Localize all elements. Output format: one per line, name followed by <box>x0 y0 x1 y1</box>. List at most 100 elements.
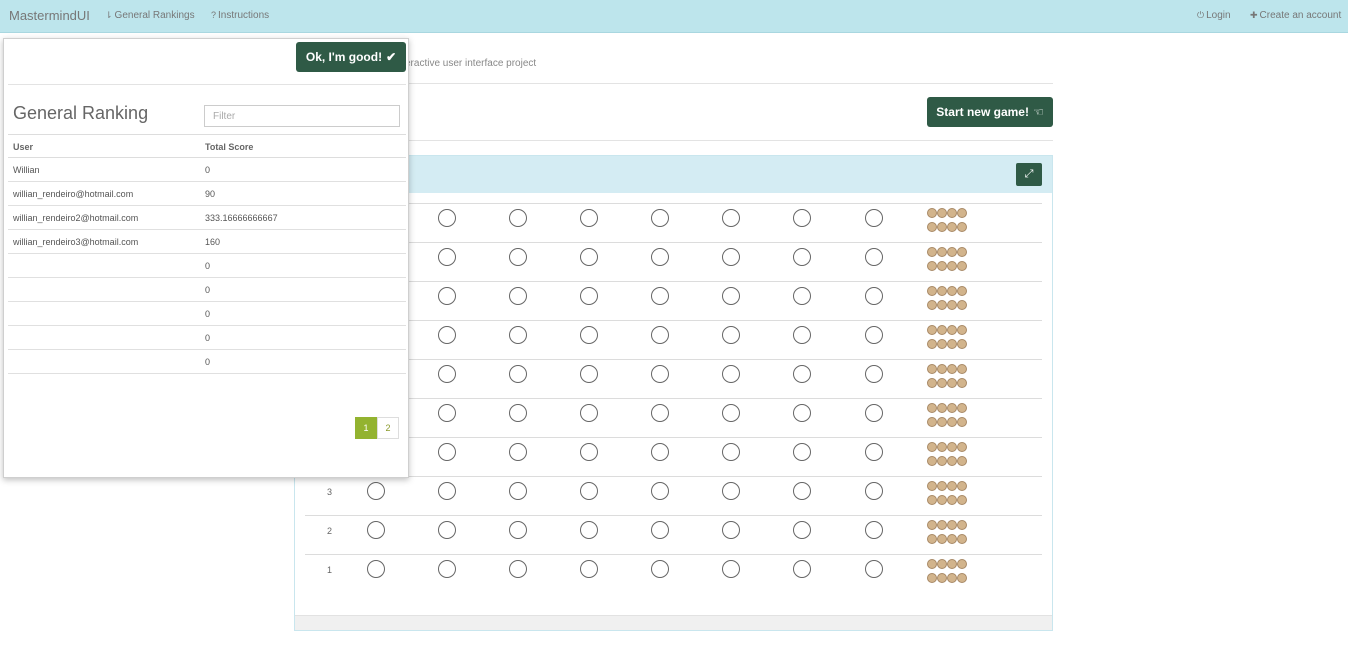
peg-slot[interactable] <box>651 287 669 305</box>
pagination: 1 2 <box>355 417 399 439</box>
peg-slot[interactable] <box>580 326 598 344</box>
nav-login[interactable]: ⏻ Login <box>1197 10 1231 21</box>
hint-peg <box>927 417 937 427</box>
nav-instructions[interactable]: ? Instructions <box>211 10 269 21</box>
peg-slot[interactable] <box>865 209 883 227</box>
hint-peg <box>947 300 957 310</box>
nav-create-account-label: Create an account <box>1259 10 1342 21</box>
peg-slot[interactable] <box>722 248 740 266</box>
peg-slot[interactable] <box>865 326 883 344</box>
peg-slot[interactable] <box>580 248 598 266</box>
peg-slot[interactable] <box>438 521 456 539</box>
cell-total-score: 0 <box>205 333 211 343</box>
peg-slot[interactable] <box>509 443 527 461</box>
peg-slot[interactable] <box>580 209 598 227</box>
board-row: 3 <box>305 476 1042 516</box>
peg-slot[interactable] <box>580 560 598 578</box>
ok-im-good-button[interactable]: Ok, I'm good! ✔ <box>296 42 406 72</box>
peg-slot[interactable] <box>865 443 883 461</box>
peg-slot[interactable] <box>367 521 385 539</box>
start-new-game-button[interactable]: Start new game! ☜ <box>927 97 1053 127</box>
peg-slot[interactable] <box>509 287 527 305</box>
peg-slot[interactable] <box>793 248 811 266</box>
cell-total-score: 0 <box>205 309 211 319</box>
page-1-button[interactable]: 1 <box>355 417 377 439</box>
peg-slot[interactable] <box>865 560 883 578</box>
peg-slot[interactable] <box>438 326 456 344</box>
peg-slot[interactable] <box>722 287 740 305</box>
peg-slot[interactable] <box>793 209 811 227</box>
hint-peg <box>947 325 957 335</box>
peg-slot[interactable] <box>438 560 456 578</box>
peg-slot[interactable] <box>722 560 740 578</box>
peg-slot[interactable] <box>651 443 669 461</box>
peg-slot[interactable] <box>580 521 598 539</box>
peg-slot[interactable] <box>722 365 740 383</box>
peg-slot[interactable] <box>509 521 527 539</box>
peg-slot[interactable] <box>651 326 669 344</box>
peg-slot[interactable] <box>793 404 811 422</box>
hint-peg <box>937 417 947 427</box>
peg-slot[interactable] <box>509 209 527 227</box>
cell-total-score: 333.16666666667 <box>205 213 278 223</box>
filter-input[interactable] <box>204 105 400 127</box>
page-2-button[interactable]: 2 <box>377 417 399 439</box>
peg-slot[interactable] <box>509 365 527 383</box>
peg-slot[interactable] <box>509 482 527 500</box>
peg-slot[interactable] <box>580 443 598 461</box>
peg-slot[interactable] <box>438 209 456 227</box>
peg-slot[interactable] <box>367 482 385 500</box>
peg-slot[interactable] <box>722 443 740 461</box>
nav-create-account[interactable]: ✚ Create an account <box>1250 10 1341 21</box>
peg-slot[interactable] <box>580 404 598 422</box>
peg-slot[interactable] <box>722 209 740 227</box>
hint-peg <box>937 247 947 257</box>
peg-slot[interactable] <box>651 404 669 422</box>
peg-slot[interactable] <box>793 560 811 578</box>
peg-slot[interactable] <box>793 287 811 305</box>
hint-peg <box>927 339 937 349</box>
peg-slot[interactable] <box>793 482 811 500</box>
column-user[interactable]: User <box>13 142 33 152</box>
peg-slot[interactable] <box>438 287 456 305</box>
peg-slot[interactable] <box>438 248 456 266</box>
peg-slot[interactable] <box>865 482 883 500</box>
peg-slot[interactable] <box>793 326 811 344</box>
peg-slot[interactable] <box>793 443 811 461</box>
peg-slot[interactable] <box>651 521 669 539</box>
peg-slot[interactable] <box>865 521 883 539</box>
peg-slot[interactable] <box>651 560 669 578</box>
nav-general-rankings[interactable]: ⇂ General Rankings <box>105 10 195 21</box>
peg-slot[interactable] <box>509 404 527 422</box>
peg-slot[interactable] <box>509 248 527 266</box>
peg-slot[interactable] <box>793 521 811 539</box>
peg-slot[interactable] <box>793 365 811 383</box>
peg-slot[interactable] <box>580 365 598 383</box>
peg-slot[interactable] <box>438 365 456 383</box>
peg-slot[interactable] <box>509 326 527 344</box>
peg-slot[interactable] <box>509 560 527 578</box>
peg-slot[interactable] <box>651 365 669 383</box>
peg-slot[interactable] <box>722 404 740 422</box>
peg-slot[interactable] <box>722 482 740 500</box>
peg-slot[interactable] <box>367 560 385 578</box>
peg-slot[interactable] <box>438 482 456 500</box>
peg-slot[interactable] <box>651 209 669 227</box>
peg-slot[interactable] <box>722 326 740 344</box>
peg-slot[interactable] <box>580 287 598 305</box>
peg-slot[interactable] <box>438 443 456 461</box>
hint-peg <box>937 222 947 232</box>
column-total-score[interactable]: Total Score <box>205 142 253 152</box>
expand-button[interactable]: ⤢ <box>1016 163 1042 186</box>
brand-logo[interactable]: MastermindUI <box>9 8 90 23</box>
peg-slot[interactable] <box>865 287 883 305</box>
peg-slot[interactable] <box>651 482 669 500</box>
peg-slot[interactable] <box>865 248 883 266</box>
peg-slot[interactable] <box>865 365 883 383</box>
peg-slot[interactable] <box>651 248 669 266</box>
peg-slot[interactable] <box>438 404 456 422</box>
peg-slot[interactable] <box>865 404 883 422</box>
peg-slot[interactable] <box>722 521 740 539</box>
peg-slot[interactable] <box>580 482 598 500</box>
table-row: 0 <box>8 302 406 326</box>
